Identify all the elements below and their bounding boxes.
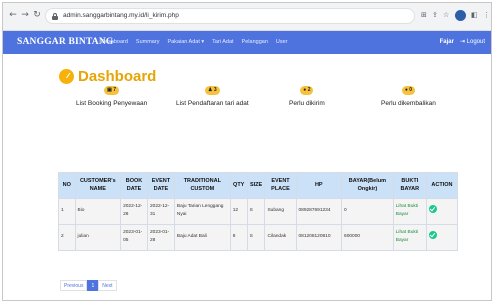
browser-toolbar: ← → ↻ admin.sanggarbintang.my.id/li_kiri…: [3, 3, 491, 31]
orders-table: NO CUSTOMER's NAME BOOK DATE EVENT DATE …: [58, 172, 459, 251]
col-customer: CUSTOMER's NAME: [74, 172, 122, 199]
cell-size: S: [246, 197, 266, 225]
cell-size: S: [246, 223, 266, 251]
page-title: Dashboard: [59, 68, 156, 85]
col-bayar: BAYAR(Belum Ongkir): [341, 172, 394, 199]
col-custom: TRADITIONAL CUSTOM: [173, 172, 231, 199]
col-no: NO: [58, 172, 76, 199]
card-count: 3: [213, 87, 217, 93]
cell-place: Subang: [264, 197, 297, 225]
card-count: 0: [409, 87, 413, 93]
cell-name: julian: [74, 223, 122, 251]
logout-link[interactable]: ⇥ Logout: [460, 38, 485, 45]
table-header-row: NO CUSTOMER's NAME BOOK DATE EVENT DATE …: [58, 172, 459, 199]
logout-icon: ⇥: [459, 39, 465, 45]
forward-icon[interactable]: →: [20, 10, 30, 20]
cell-qty: 12: [229, 197, 248, 225]
card-pendaftaran[interactable]: ♟ 3 List Pendaftaran tari adat: [176, 86, 249, 107]
approve-check-icon[interactable]: [428, 231, 437, 240]
card-count-badge: ● 2: [300, 86, 314, 95]
col-action: ACTION: [425, 172, 459, 199]
card-count: 7: [113, 87, 117, 93]
card-count-badge: ♟ 3: [204, 86, 220, 95]
cell-no: 1: [58, 197, 76, 225]
col-place: EVENT PLACE: [264, 172, 297, 199]
users-icon: ♟: [207, 87, 213, 93]
col-book-date: BOOK DATE: [120, 172, 148, 199]
next-page-button[interactable]: Next: [98, 280, 117, 291]
profile-avatar[interactable]: [455, 10, 466, 21]
back-icon[interactable]: ←: [8, 10, 18, 20]
page-1-button[interactable]: 1: [87, 280, 99, 291]
dashboard-gauge-icon: [59, 69, 74, 84]
approve-check-icon[interactable]: [428, 205, 437, 214]
nav-dashboard[interactable]: Dashboard: [101, 39, 128, 45]
bookmark-star-icon[interactable]: ☆: [443, 11, 449, 19]
address-bar[interactable]: admin.sanggarbintang.my.id/li_kirim.php: [45, 8, 415, 24]
extensions-icon[interactable]: ◧: [471, 11, 478, 19]
info-icon: ●: [303, 87, 307, 93]
card-count-badge: ● 0: [401, 86, 416, 95]
cell-bukti: Lihat Bukti Bayar: [392, 223, 427, 251]
prev-page-button[interactable]: Previous: [60, 280, 88, 291]
reload-icon[interactable]: ↻: [32, 10, 42, 20]
cell-hp: 081208120810: [295, 223, 343, 251]
nav-pakaian-adat[interactable]: Pakaian Adat ▾: [167, 39, 204, 45]
bukti-bayar-link[interactable]: Lihat Bukti Bayar: [396, 204, 418, 217]
cell-event-date: 2022-12-31: [146, 197, 175, 225]
cell-place: Cilandak: [264, 223, 297, 251]
table-row: 2 julian 2023-01-05 2023-01-28 Baju Adat…: [58, 223, 459, 251]
card-perlu-dikirim[interactable]: ● 2 Perlu dikirim: [289, 86, 325, 107]
cell-action: [425, 197, 459, 225]
pagination: Previous 1 Next: [60, 280, 117, 291]
user-name[interactable]: Fajar: [440, 39, 454, 45]
cell-custom: Baju Tarian Lenggang Nyai: [173, 197, 231, 225]
lock-icon: [52, 13, 58, 20]
nav-tari-adat[interactable]: Tari Adat: [212, 39, 233, 45]
translate-icon[interactable]: ⊞: [421, 11, 427, 19]
cell-book-date: 2023-01-05: [120, 223, 148, 251]
cell-event-date: 2023-01-28: [146, 223, 175, 251]
table-row: 1 Bio 2022-12-28 2022-12-31 Baju Tarian …: [58, 197, 459, 225]
cell-bayar: 0: [341, 197, 394, 225]
browser-window: ← → ↻ admin.sanggarbintang.my.id/li_kiri…: [2, 2, 492, 301]
logout-label: Logout: [466, 39, 485, 45]
app-navbar: SANGGAR BINTANG Dashboard Summary Pakaia…: [3, 31, 491, 54]
col-hp: HP: [295, 172, 343, 199]
info-icon: ●: [404, 87, 408, 93]
col-event-date: EVENT DATE: [146, 172, 175, 199]
brand-logo[interactable]: SANGGAR BINTANG: [17, 37, 114, 47]
cell-qty: 8: [229, 223, 248, 251]
col-qty: QTY: [229, 172, 248, 199]
cell-custom: Baju Adat Bali: [173, 223, 231, 251]
menu-kebab-icon[interactable]: ⋮: [483, 11, 490, 19]
nav-summary[interactable]: Summary: [136, 39, 160, 45]
user-box: Fajar ⇥ Logout: [440, 38, 485, 46]
share-icon[interactable]: ⇪: [432, 11, 438, 19]
main-menu: Dashboard Summary Pakaian Adat ▾ Tari Ad…: [101, 39, 288, 45]
card-count-badge: ▣ 7: [104, 86, 120, 95]
card-label: List Pendaftaran tari adat: [176, 100, 249, 107]
cell-bayar: 600000: [341, 223, 394, 251]
page-title-text: Dashboard: [78, 68, 157, 85]
card-label: List Booking Penyewaan: [76, 100, 148, 107]
card-booking[interactable]: ▣ 7 List Booking Penyewaan: [76, 86, 147, 107]
bukti-bayar-link[interactable]: Lihat Bukti Bayar: [396, 230, 418, 243]
card-perlu-dikembalikan[interactable]: ● 0 Perlu dikembalikan: [381, 86, 436, 107]
col-bukti: BUKTI BAYAR: [392, 172, 427, 199]
nav-pelanggan[interactable]: Pelanggan: [242, 39, 268, 45]
col-size: SIZE: [246, 172, 266, 199]
cart-icon: ▣: [107, 87, 112, 93]
cell-name: Bio: [74, 197, 122, 225]
cell-no: 2: [58, 223, 76, 251]
card-label: Perlu dikirim: [289, 100, 325, 107]
url-text: admin.sanggarbintang.my.id/li_kirim.php: [63, 12, 179, 19]
cell-bukti: Lihat Bukti Bayar: [392, 197, 427, 225]
cell-book-date: 2022-12-28: [120, 197, 148, 225]
card-count: 2: [307, 87, 311, 93]
cell-action: [425, 223, 459, 251]
card-label: Perlu dikembalikan: [381, 100, 436, 107]
nav-user[interactable]: User: [276, 39, 288, 45]
cell-hp: 089287691234: [295, 197, 343, 225]
